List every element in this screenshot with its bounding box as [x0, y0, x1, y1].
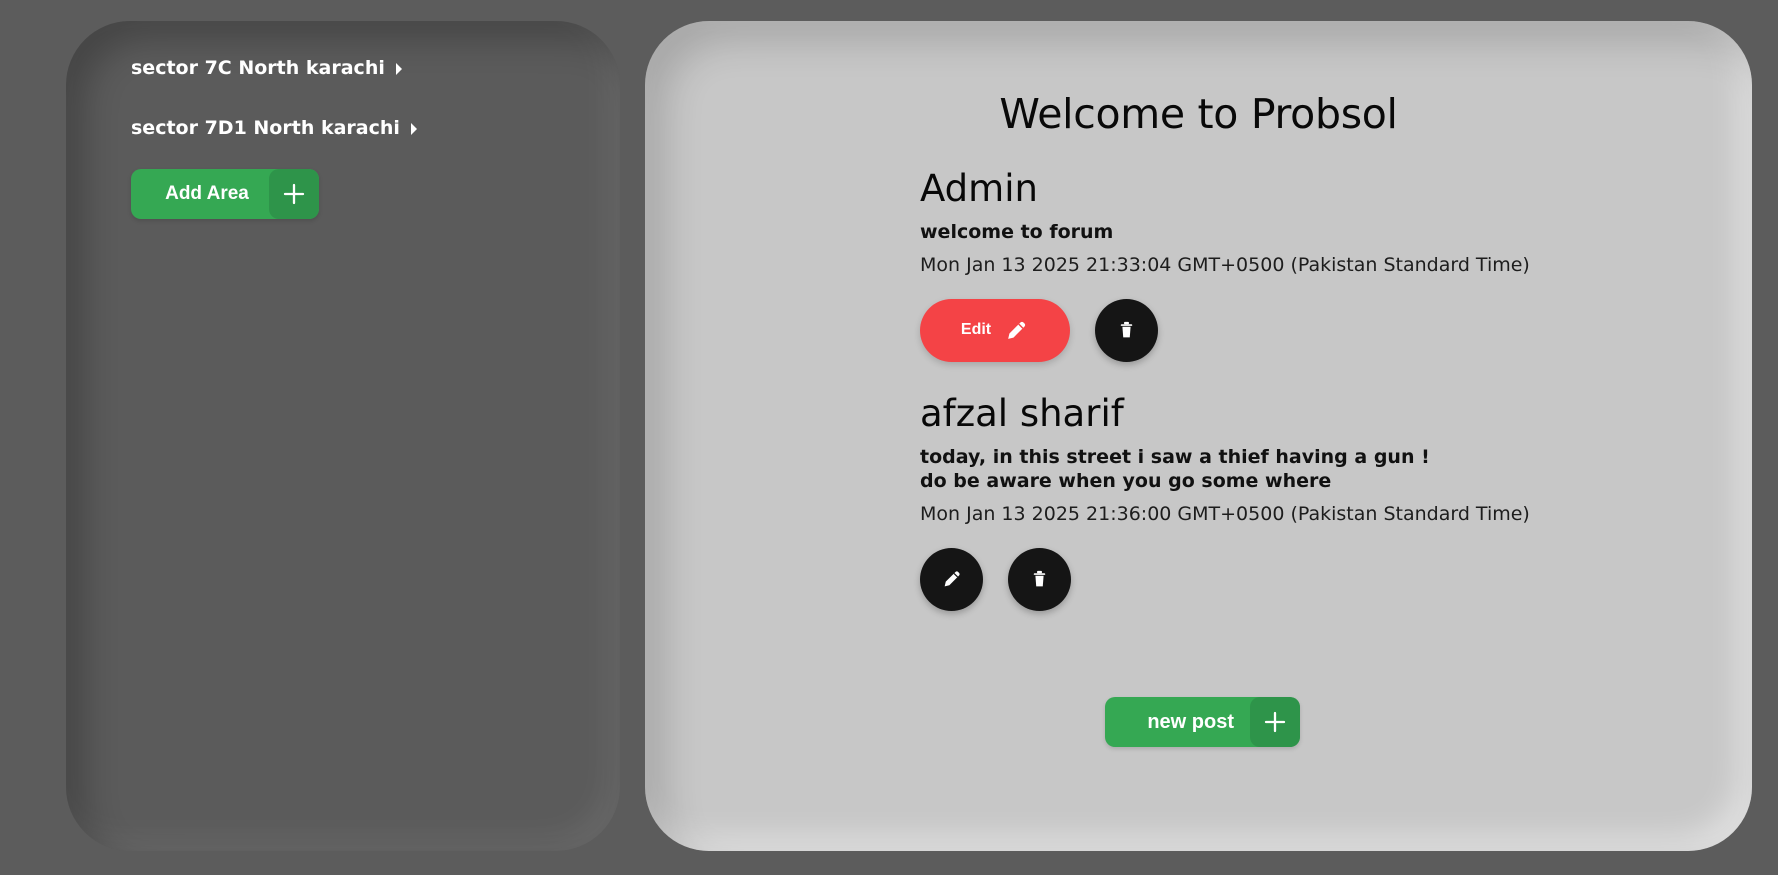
post-date: Mon Jan 13 2025 21:33:04 GMT+0500 (Pakis…: [920, 254, 1530, 276]
plus-icon: [269, 169, 319, 219]
edit-label: Edit: [960, 321, 992, 338]
page-title: Welcome to Probsol: [999, 90, 1398, 138]
sidebar-item-sector-7d1[interactable]: sector 7D1 North karachi: [131, 109, 620, 147]
post-actions: Edit: [920, 298, 1540, 362]
add-area-button[interactable]: Add Area: [131, 169, 319, 219]
new-post-label: new post: [1147, 710, 1234, 733]
forum-panel: Welcome to Probsol Admin welcome to foru…: [645, 21, 1752, 851]
sidebar: sector 7C North karachi sector 7D1 North…: [66, 21, 620, 851]
sidebar-item-sector-7c[interactable]: sector 7C North karachi: [131, 49, 620, 87]
sidebar-item-label: sector 7D1 North karachi: [131, 117, 400, 139]
delete-post-button[interactable]: [1008, 547, 1071, 611]
caret-right-icon: [395, 63, 402, 75]
edit-post-button[interactable]: [920, 547, 983, 611]
pencil-icon: [941, 568, 963, 590]
add-area-label: Add Area: [165, 183, 249, 204]
forum-post-afzal-sharif: afzal sharif today, in this street i saw…: [920, 394, 1540, 611]
new-post-button[interactable]: new post: [1105, 697, 1300, 747]
delete-post-button[interactable]: [1095, 298, 1158, 362]
post-author: afzal sharif: [920, 392, 1124, 435]
caret-right-icon: [410, 123, 417, 135]
forum-post-admin: Admin welcome to forum Mon Jan 13 2025 2…: [920, 169, 1540, 362]
post-actions: [920, 547, 1540, 611]
trash-icon: [1031, 570, 1048, 588]
post-author: Admin: [920, 167, 1038, 210]
post-body: today, in this street i saw a thief havi…: [920, 446, 1430, 492]
plus-icon: [1250, 697, 1300, 747]
trash-icon: [1118, 321, 1135, 339]
post-body: welcome to forum: [920, 221, 1114, 243]
pencil-icon: [1004, 318, 1029, 343]
sidebar-item-label: sector 7C North karachi: [131, 57, 385, 79]
post-date: Mon Jan 13 2025 21:36:00 GMT+0500 (Pakis…: [920, 503, 1530, 525]
edit-post-button[interactable]: Edit: [920, 298, 1070, 362]
